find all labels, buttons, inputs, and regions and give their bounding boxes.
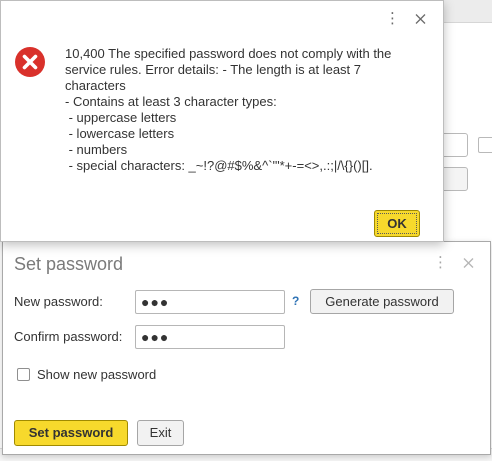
screen: Set password ⋮ New password: ●●● ? Gener… xyxy=(0,0,492,461)
background-input-field[interactable] xyxy=(440,133,468,157)
error-message: 10,400 The specified password does not c… xyxy=(65,46,425,174)
confirm-password-input[interactable]: ●●● xyxy=(135,325,285,349)
new-password-label: New password: xyxy=(14,294,103,309)
dialog-title: Set password xyxy=(14,254,124,274)
error-message-line: - numbers xyxy=(65,142,128,157)
exit-button[interactable]: Exit xyxy=(137,420,184,446)
error-message-line: - special characters: _~!?@#$%&^`'"*+-=<… xyxy=(65,158,373,173)
background-checkbox[interactable] xyxy=(478,137,492,153)
background-input-field-disabled xyxy=(440,167,468,191)
more-actions-icon[interactable]: ⋮ xyxy=(433,254,448,272)
close-icon[interactable] xyxy=(461,254,477,272)
show-password-label[interactable]: Show new password xyxy=(37,367,156,383)
error-message-line: 10,400 The specified password does not c… xyxy=(65,46,392,61)
close-icon[interactable] xyxy=(413,10,429,28)
generate-password-button[interactable]: Generate password xyxy=(310,289,454,314)
ok-button[interactable]: OK xyxy=(374,210,420,237)
error-message-line: - Contains at least 3 character types: xyxy=(65,94,277,109)
confirm-password-label: Confirm password: xyxy=(14,329,123,344)
set-password-button[interactable]: Set password xyxy=(14,420,128,446)
set-password-dialog: Set password ⋮ New password: ●●● ? Gener… xyxy=(2,241,491,455)
error-message-line: characters xyxy=(65,78,126,93)
error-dialog: ⋮ 10,400 The specified password does not… xyxy=(0,0,444,242)
error-message-line: - uppercase letters xyxy=(65,110,177,125)
help-icon[interactable]: ? xyxy=(292,294,299,308)
error-message-line: - lowercase letters xyxy=(65,126,175,141)
error-message-line: service rules. Error details: - The leng… xyxy=(65,62,361,77)
show-password-checkbox[interactable] xyxy=(17,368,30,381)
more-actions-icon[interactable]: ⋮ xyxy=(385,10,400,28)
new-password-input[interactable]: ●●● xyxy=(135,290,285,314)
error-icon xyxy=(14,46,46,78)
